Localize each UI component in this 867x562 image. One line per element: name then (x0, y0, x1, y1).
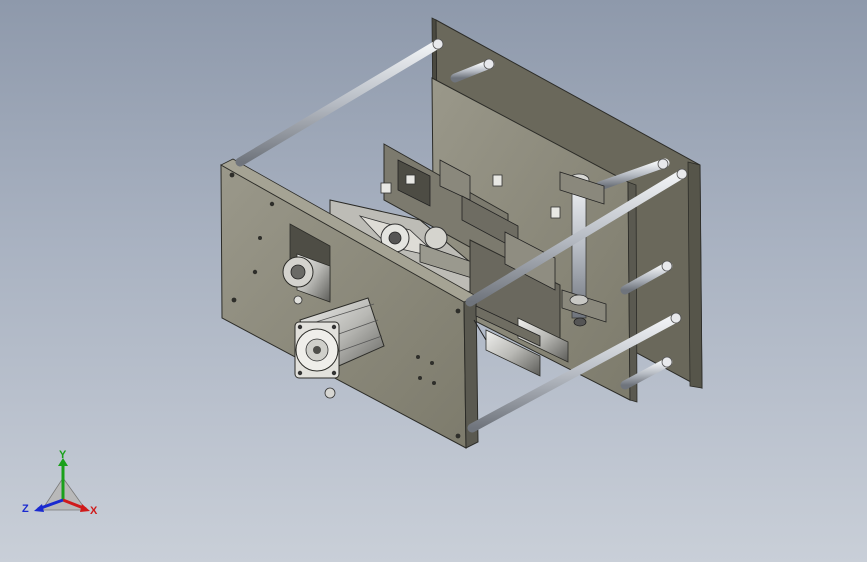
y-axis-label: Y (59, 449, 67, 461)
cad-viewport[interactable]: Y Z X (0, 0, 867, 562)
orientation-triad[interactable]: Y Z X (20, 448, 110, 528)
x-axis-label: X (90, 505, 98, 517)
machine-assembly-model[interactable] (0, 0, 867, 562)
z-axis-label: Z (22, 503, 29, 515)
